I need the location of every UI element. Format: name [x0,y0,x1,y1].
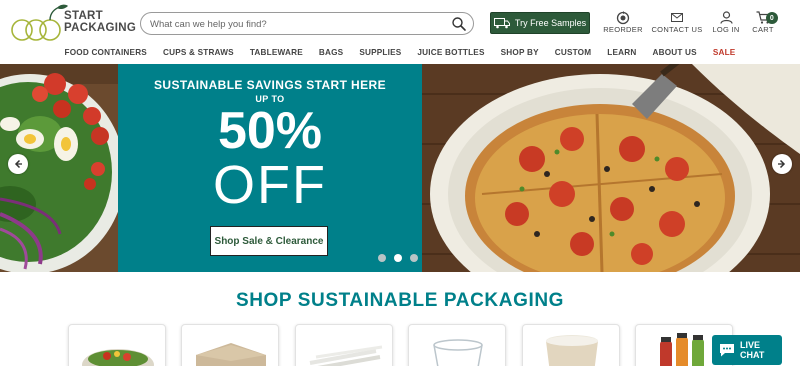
live-chat-line2: CHAT [740,350,765,360]
nav-shop-by[interactable]: SHOP BY [493,44,547,64]
chevron-right-icon [778,159,786,169]
nav-sale[interactable]: SALE [705,44,744,64]
chat-icon [720,344,734,357]
category-card-cups[interactable] [408,324,506,366]
cart-label: CART [752,25,774,34]
live-chat-line1: LIVE [740,340,761,350]
category-card-cutlery[interactable] [295,324,393,366]
clamshell-container-image [196,343,266,366]
try-free-samples-button[interactable]: Try Free Samples [490,12,590,34]
nav-juice-bottles[interactable]: JUICE BOTTLES [409,44,492,64]
soup-cup-image [546,335,598,366]
chevron-left-icon [14,159,22,169]
category-card-food[interactable] [68,324,166,366]
category-card-soup-cups[interactable] [522,324,620,366]
brand-logo[interactable]: START PACKAGING [10,2,136,46]
category-cards [68,324,748,366]
cutlery-image [309,345,383,366]
nav-tableware[interactable]: TABLEWARE [242,44,311,64]
brand-name-line1: START [64,10,103,22]
carousel-dot-2[interactable] [394,254,402,262]
nav-supplies[interactable]: SUPPLIES [351,44,409,64]
nav-bags[interactable]: BAGS [311,44,351,64]
main-nav: FOOD CONTAINERS CUPS & STRAWS TABLEWARE … [0,44,800,64]
truck-icon [493,17,510,28]
promo-percent: 50% [217,102,323,160]
carousel-next-button[interactable] [772,154,792,174]
clear-cup-image [433,339,483,366]
brand-name-line2: PACKAGING [64,22,137,34]
nav-learn[interactable]: LEARN [599,44,644,64]
shop-sale-clearance-button[interactable]: Shop Sale & Clearance [210,226,328,256]
mail-icon [671,13,683,22]
cart-link[interactable]: CART 0 [748,10,778,38]
nav-cups-straws[interactable]: CUPS & STRAWS [155,44,242,64]
search-icon[interactable] [451,16,467,32]
promo-headline: SUSTAINABLE SAVINGS START HERE [153,78,386,92]
section-title: SHOP SUSTAINABLE PACKAGING [235,290,565,311]
logo-mark-icon [11,4,68,41]
promo-off: OFF [213,155,327,215]
carousel-dots [378,254,418,262]
live-chat-label: LIVE CHAT [740,340,764,360]
try-free-samples-label: Try Free Samples [514,18,587,28]
promo-panel: SUSTAINABLE SAVINGS START HERE UP TO 50%… [118,64,422,272]
site-header: START PACKAGING Try Free Samples REORDER [0,0,800,44]
login-link[interactable]: LOG IN [710,10,742,38]
hero-carousel: SUSTAINABLE SAVINGS START HERE UP TO 50%… [0,64,800,272]
reorder-icon [616,10,630,24]
live-chat-button[interactable]: LIVE CHAT [712,335,782,365]
category-card-clamshell[interactable] [181,324,279,366]
nav-custom[interactable]: CUSTOM [547,44,600,64]
carousel-dot-3[interactable] [410,254,418,262]
login-label: LOG IN [712,25,740,34]
carousel-dot-1[interactable] [378,254,386,262]
search-input[interactable] [150,16,440,32]
reorder-label: REORDER [603,25,643,34]
nav-about-us[interactable]: ABOUT US [644,44,704,64]
salad-bowl-image [82,349,154,366]
search-bar [140,12,474,35]
contact-us-link[interactable]: CONTACT US [651,10,703,38]
user-icon [719,11,733,24]
contact-us-label: CONTACT US [651,25,703,34]
cart-count-badge: 0 [766,12,778,24]
reorder-link[interactable]: REORDER [602,10,644,38]
carousel-prev-button[interactable] [8,154,28,174]
brand-name: START PACKAGING [64,10,136,34]
nav-food-containers[interactable]: FOOD CONTAINERS [57,44,155,64]
pizza-image [422,64,800,272]
